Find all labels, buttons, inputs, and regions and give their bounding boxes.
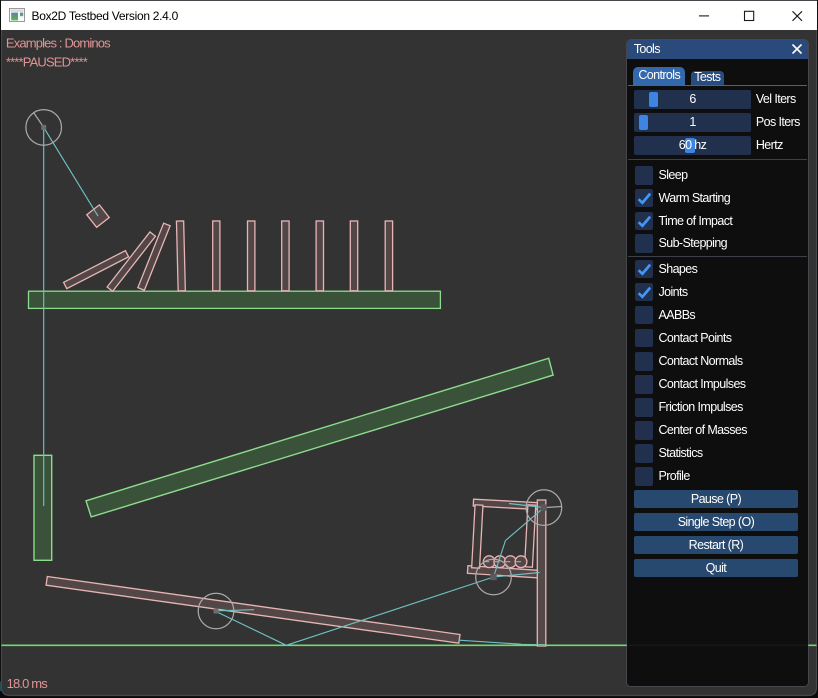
svg-text:18.0 ms: 18.0 ms	[7, 676, 49, 691]
svg-text:Examples : Dominos: Examples : Dominos	[6, 36, 111, 51]
svg-text:****PAUSED****: ****PAUSED****	[6, 55, 88, 70]
